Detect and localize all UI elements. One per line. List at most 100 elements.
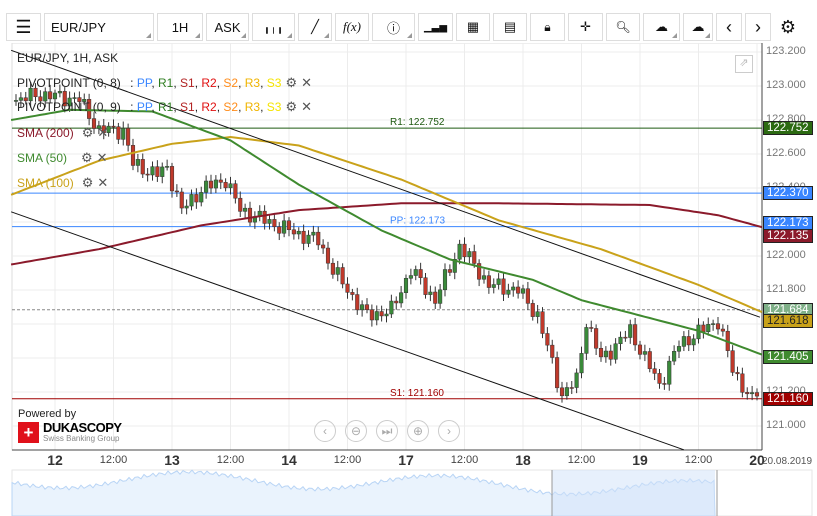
news-button[interactable]: ▤: [493, 13, 527, 41]
candle: [369, 309, 374, 321]
candle: [155, 166, 160, 177]
candle: [223, 182, 228, 189]
side-select[interactable]: ASK: [206, 13, 249, 41]
price-tag: 121.160: [763, 391, 813, 406]
instrument-select[interactable]: EUR/JPY: [44, 13, 154, 41]
go-latest-button[interactable]: ⏭: [376, 420, 398, 442]
candle: [389, 300, 394, 315]
candle: [296, 230, 301, 235]
candle: [291, 229, 296, 235]
price-tick: 123.000: [766, 79, 806, 91]
navigator-window: [552, 470, 715, 516]
candle: [555, 357, 560, 389]
gear-icon[interactable]: ⚙: [285, 75, 297, 90]
candle: [525, 288, 530, 304]
candle: [350, 292, 355, 295]
candle: [301, 230, 306, 244]
gear-icon[interactable]: ⚙: [82, 125, 94, 140]
close-icon[interactable]: ✕: [301, 75, 312, 90]
crosshair-button[interactable]: ✛: [568, 13, 603, 41]
pivot-legend-row: PIVOTPOINT (0, 9) : PP, R1, S1, R2, S2, …: [17, 99, 312, 114]
price-tick: 122.600: [766, 147, 806, 159]
candle: [442, 269, 448, 291]
candle: [364, 304, 370, 310]
candle: [360, 304, 365, 311]
candle: [550, 344, 555, 358]
candle: [355, 294, 360, 311]
candle: [184, 205, 189, 209]
time-tick: 13: [164, 452, 180, 468]
gear-icon[interactable]: ⚙: [81, 150, 93, 165]
indicator-fx-icon: f(x): [342, 19, 362, 34]
gear-icon[interactable]: ⚙: [82, 175, 94, 190]
time-tick: 14: [281, 452, 297, 468]
candle-type-button[interactable]: ╻╷╻: [252, 13, 295, 41]
lock-button[interactable]: 🔒︎: [530, 13, 565, 41]
price-tag: 122.752: [763, 121, 813, 136]
close-icon[interactable]: ✕: [301, 99, 312, 114]
candle: [48, 91, 53, 100]
prev-button[interactable]: ‹: [716, 13, 742, 41]
candle-type-icon: ╻╷╻: [263, 21, 284, 34]
pivot-part: S2: [223, 76, 239, 90]
candle: [325, 247, 331, 264]
candle: [335, 267, 340, 275]
info-button[interactable]: ⓘ: [372, 13, 415, 41]
settings-button[interactable]: ⚙: [774, 13, 802, 41]
candle: [418, 269, 423, 278]
close-icon[interactable]: ✕: [97, 125, 108, 140]
candle: [569, 387, 574, 389]
gear-icon[interactable]: ⚙: [285, 99, 297, 114]
scroll-right-button[interactable]: ›: [438, 420, 460, 442]
time-tick: 12:00: [450, 454, 479, 466]
download-button[interactable]: ☁: [683, 13, 713, 41]
info-icon: ⓘ: [386, 20, 400, 36]
candle: [672, 351, 677, 362]
pivot-part: PP: [136, 100, 152, 114]
candle: [637, 344, 643, 355]
candle: [394, 300, 399, 304]
candle: [750, 392, 755, 395]
price-tick: 123.200: [766, 45, 806, 57]
price-tag: 122.173: [763, 215, 813, 230]
scroll-left-button[interactable]: ‹: [314, 420, 336, 442]
draw-button[interactable]: ╱: [298, 13, 332, 41]
expand-icon[interactable]: ⇗: [735, 55, 753, 73]
upload-button[interactable]: ☁: [643, 13, 680, 41]
time-tick: 12:00: [567, 454, 596, 466]
powered-by: Powered by: [18, 408, 77, 420]
candle: [559, 387, 565, 397]
candle: [345, 283, 350, 293]
indicator-button[interactable]: f(x): [335, 13, 369, 41]
candle: [706, 324, 711, 332]
candle: [316, 231, 321, 246]
calendar-button[interactable]: ▦: [456, 13, 490, 41]
menu-button[interactable]: ☰: [6, 13, 41, 41]
time-tick: 12:00: [99, 454, 128, 466]
candle: [208, 180, 214, 189]
candle: [657, 373, 662, 384]
candle: [228, 183, 233, 189]
swiss-cross-icon: +: [18, 422, 39, 443]
volume-button[interactable]: ▁▃▅: [418, 13, 453, 41]
next-icon: ›: [755, 16, 761, 37]
candle: [574, 372, 579, 388]
close-icon[interactable]: ✕: [97, 150, 108, 165]
candle: [462, 243, 467, 258]
candle: [608, 350, 613, 360]
candle: [740, 373, 745, 393]
pivot-part: S2: [223, 100, 239, 114]
candle: [579, 353, 584, 374]
zoom-out-button[interactable]: ⊖: [345, 420, 367, 442]
zoom-chart-icon: 🔍︎: [615, 20, 631, 34]
time-tick: 12:00: [333, 454, 362, 466]
zoom-in-button[interactable]: ⊕: [407, 420, 429, 442]
period-select[interactable]: 1H: [157, 13, 203, 41]
next-button[interactable]: ›: [745, 13, 771, 41]
candle: [57, 91, 62, 94]
close-icon[interactable]: ✕: [97, 175, 108, 190]
candle: [530, 303, 535, 317]
zoom-chart-button[interactable]: 🔍︎: [606, 13, 640, 41]
candle: [379, 311, 384, 317]
candle: [130, 145, 136, 166]
